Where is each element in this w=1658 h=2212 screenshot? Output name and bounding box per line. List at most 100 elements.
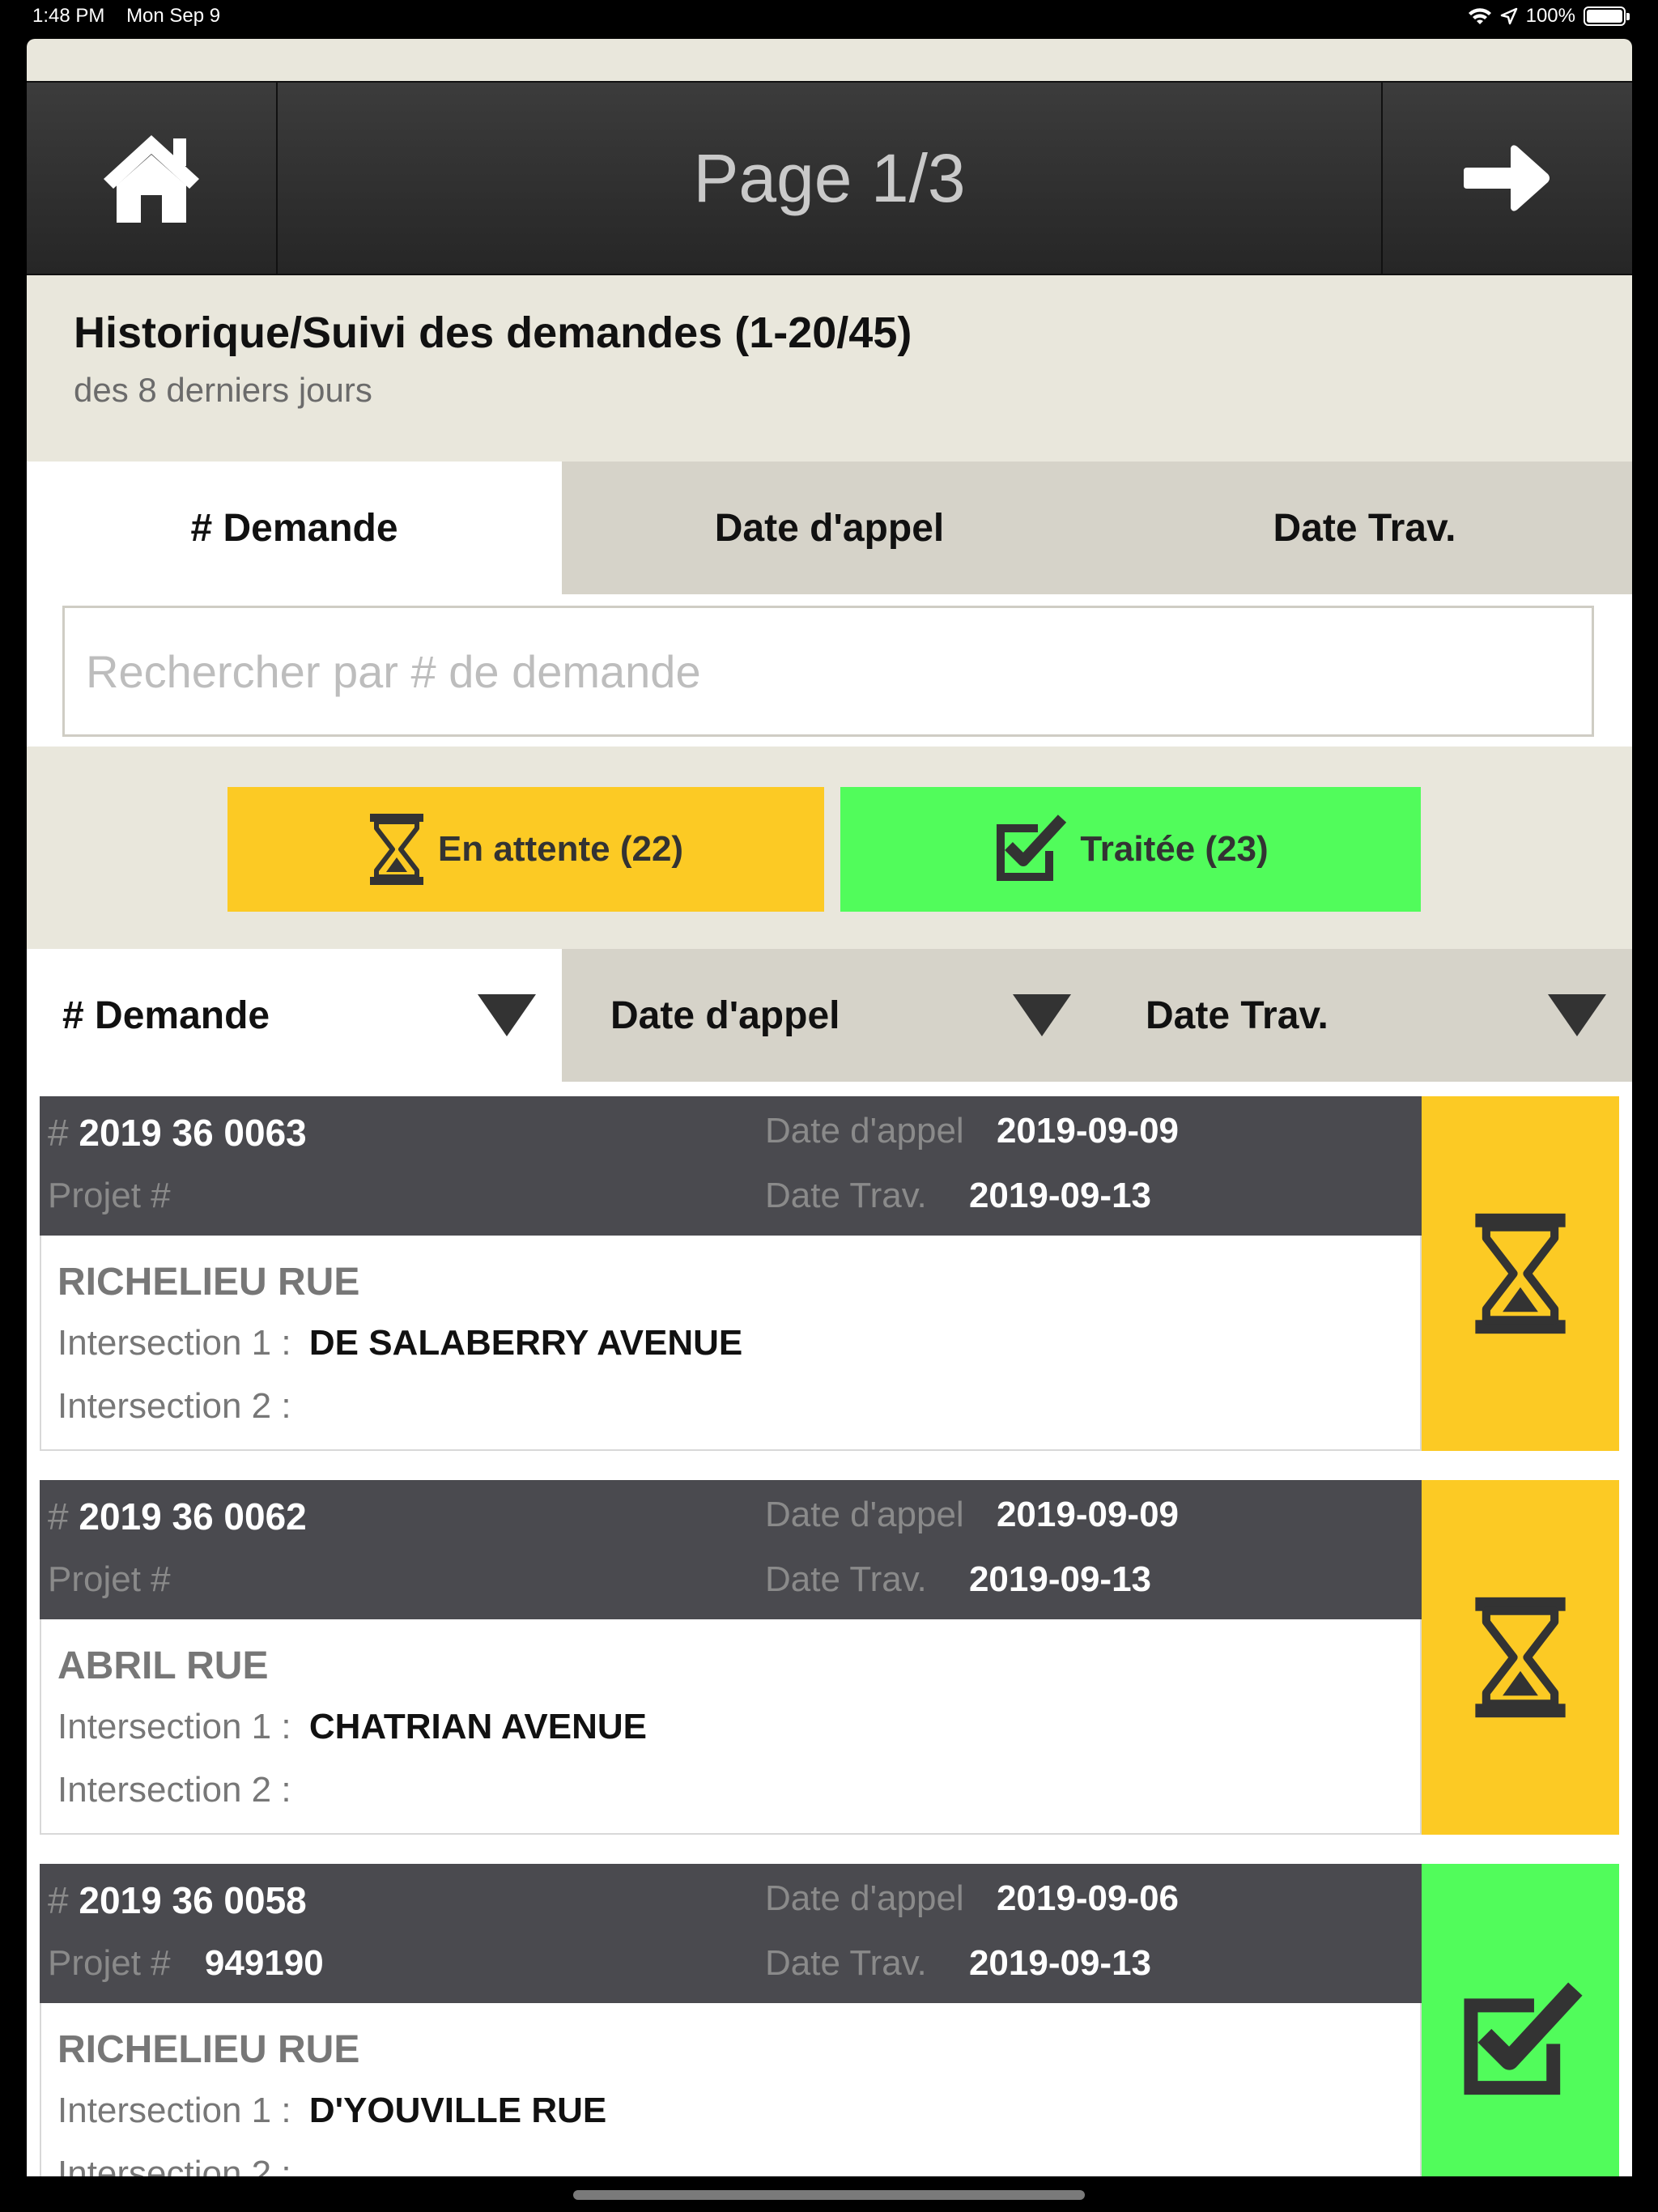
call-date-row: Date d'appel 2019-09-09 [765,1111,1179,1151]
intersection-2-row: Intersection 2 : [57,2154,300,2176]
tab-date-trav[interactable]: Date Trav. [1097,462,1632,594]
page-subtitle: des 8 derniers jours [74,371,372,409]
project-row: Projet # 949190 [48,1943,324,1984]
request-card[interactable]: # 2019 36 0058 Projet # 949190 Date d'ap… [40,1864,1619,2176]
call-date-label: Date d'appel [765,1878,964,1918]
work-date-value: 2019-09-13 [968,1943,1152,1983]
project-label: Projet # [48,1943,171,1983]
request-list[interactable]: # 2019 36 0063 Projet # Date d'appel 201… [27,1082,1632,2176]
request-card-body: RICHELIEU RUE Intersection 1 : DE SALABE… [40,1236,1422,1451]
filter-waiting-label: En attente (22) [437,829,684,869]
intersection-1-value: D'YOUVILLE RUE [308,2091,607,2130]
filter-done-button[interactable]: Traitée (23) [840,787,1421,912]
intersection-1-value: DE SALABERRY AVENUE [308,1323,743,1363]
sort-demande-label: # Demande [62,993,270,1037]
home-button[interactable] [27,83,278,274]
intersection-1-row: Intersection 1 : CHATRIAN AVENUE [57,1707,647,1747]
intersection-2-label: Intersection 2 : [57,1386,291,1426]
project-label: Projet # [48,1176,171,1215]
status-time-date: 1:48 PM Mon Sep 9 [32,5,220,28]
status-right: 100% [1468,5,1630,28]
request-number: # 2019 36 0058 [48,1878,307,1922]
tab-date-appel[interactable]: Date d'appel [562,462,1097,594]
intersection-1-value: CHATRIAN AVENUE [308,1707,648,1746]
work-date-row: Date Trav. 2019-09-13 [765,1559,1151,1600]
request-card-header: # 2019 36 0058 Projet # 949190 Date d'ap… [40,1864,1422,2003]
intersection-1-label: Intersection 1 : [57,1707,291,1746]
arrow-right-icon [1464,145,1550,211]
tab-demande[interactable]: # Demande [27,462,562,594]
intersection-2-label: Intersection 2 : [57,2154,291,2176]
request-card-body: ABRIL RUE Intersection 1 : CHATRIAN AVEN… [40,1619,1422,1835]
request-card[interactable]: # 2019 36 0062 Projet # Date d'appel 201… [40,1480,1619,1835]
request-number-value: 2019 36 0063 [79,1112,307,1154]
hourglass-icon [369,814,423,885]
search-input[interactable] [62,606,1594,737]
location-arrow-icon [1500,7,1517,25]
sort-date-trav-chevron-down-icon [1548,994,1606,1036]
home-indicator[interactable] [573,2190,1085,2200]
status-filters: En attente (22) Traitée (23) [27,747,1632,939]
call-date-value: 2019-09-09 [996,1111,1180,1151]
hourglass-icon [1475,1213,1566,1334]
request-number-value: 2019 36 0062 [79,1495,307,1538]
request-number: # 2019 36 0063 [48,1111,307,1155]
request-card-header: # 2019 36 0062 Projet # Date d'appel 201… [40,1480,1422,1619]
project-value: 949190 [204,1943,324,1983]
battery-icon [1584,6,1630,26]
work-date-label: Date Trav. [765,1559,927,1599]
home-icon [104,135,199,223]
call-date-label: Date d'appel [765,1495,964,1534]
project-row: Projet # [48,1559,195,1600]
filter-waiting-button[interactable]: En attente (22) [227,787,824,912]
work-date-label: Date Trav. [765,1943,927,1983]
sort-demande[interactable]: # Demande [27,949,562,1082]
next-page-button[interactable] [1381,83,1632,274]
search-area [27,594,1632,747]
sort-date-appel[interactable]: Date d'appel [562,949,1097,1082]
wifi-icon [1468,8,1491,24]
request-number-value: 2019 36 0058 [79,1879,307,1921]
street-name: RICHELIEU RUE [57,2028,360,2071]
page-title: Historique/Suivi des demandes (1-20/45) [74,308,912,357]
request-number: # 2019 36 0062 [48,1495,307,1538]
call-date-row: Date d'appel 2019-09-09 [765,1495,1179,1535]
work-date-value: 2019-09-13 [968,1176,1152,1215]
request-card[interactable]: # 2019 36 0063 Projet # Date d'appel 201… [40,1096,1619,1451]
status-done-indicator [1422,1864,1619,2176]
call-date-value: 2019-09-06 [996,1878,1180,1918]
status-waiting-indicator [1422,1096,1619,1451]
status-time: 1:48 PM [32,5,105,27]
top-nav-bar: Page 1/3 [27,81,1632,275]
work-date-row: Date Trav. 2019-09-13 [765,1943,1151,1984]
sort-date-trav[interactable]: Date Trav. [1097,949,1632,1082]
project-label: Projet # [48,1559,171,1599]
street-name: RICHELIEU RUE [57,1261,360,1304]
hourglass-icon [1475,1597,1566,1718]
sort-date-appel-chevron-down-icon [1013,994,1071,1036]
hash-label: # [48,1495,69,1538]
call-date-value: 2019-09-09 [996,1495,1180,1534]
hash-label: # [48,1879,69,1921]
intersection-1-row: Intersection 1 : D'YOUVILLE RUE [57,2091,606,2131]
sort-bar: # Demande Date d'appel Date Trav. [27,949,1632,1082]
intersection-1-label: Intersection 1 : [57,1323,291,1363]
request-card-body: RICHELIEU RUE Intersection 1 : D'YOUVILL… [40,2003,1422,2176]
work-date-value: 2019-09-13 [968,1559,1152,1599]
street-name: ABRIL RUE [57,1644,269,1687]
call-date-label: Date d'appel [765,1111,964,1151]
intersection-1-label: Intersection 1 : [57,2091,291,2130]
sort-date-appel-label: Date d'appel [610,993,840,1037]
work-date-row: Date Trav. 2019-09-13 [765,1176,1151,1216]
hash-label: # [48,1112,69,1154]
search-type-tabs: # Demande Date d'appel Date Trav. [27,462,1632,594]
status-waiting-indicator [1422,1480,1619,1835]
intersection-2-row: Intersection 2 : [57,1770,300,1810]
filter-done-label: Traitée (23) [1080,829,1269,869]
project-row: Projet # [48,1176,195,1216]
work-date-label: Date Trav. [765,1176,927,1215]
sort-date-trav-label: Date Trav. [1146,993,1329,1037]
intersection-2-row: Intersection 2 : [57,1386,300,1427]
checkbox-checked-icon [997,815,1067,881]
battery-percent: 100% [1525,5,1575,27]
